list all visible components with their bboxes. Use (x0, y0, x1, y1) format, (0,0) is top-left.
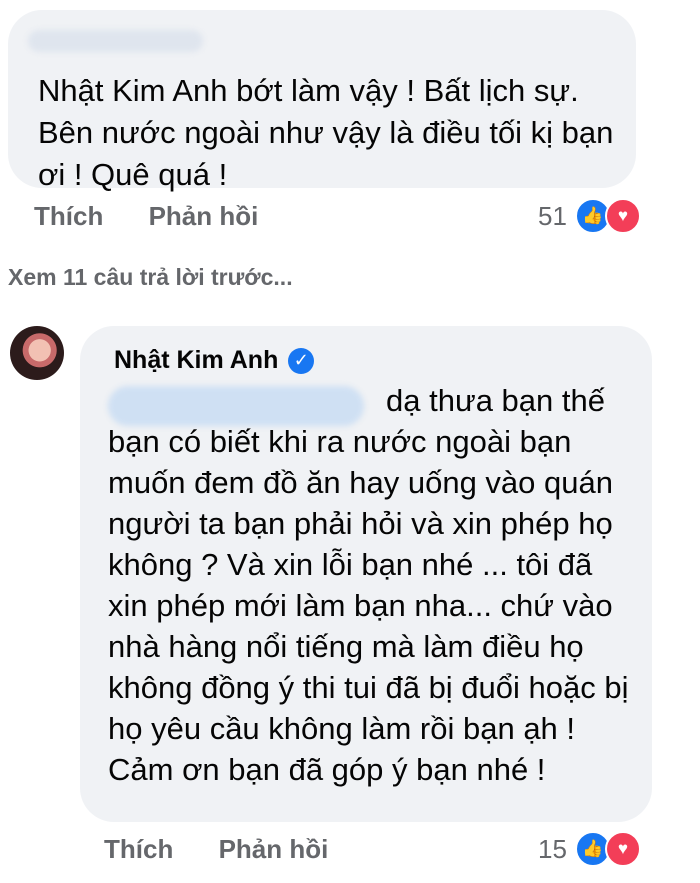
comment-actions: Thích Phản hồi (34, 201, 296, 232)
blurred-author-name (28, 30, 203, 52)
reaction-count: 51 (538, 200, 567, 231)
reply-text: dạ thưa bạn thế bạn có biết khi ra nước … (108, 383, 629, 787)
avatar[interactable] (10, 326, 64, 380)
like-link[interactable]: Thích (104, 834, 173, 864)
love-reaction-icon: ♥ (604, 831, 641, 867)
comment-bubble: Nhật Kim Anh bớt làm vậy ! Bất lịch sự. … (8, 10, 636, 192)
reply-bubble: Nhật Kim Anh ✓ dạ thưa bạn thế bạn có bi… (80, 326, 652, 822)
comment-text: Nhật Kim Anh bớt làm vậy ! Bất lịch sự. … (38, 73, 614, 192)
reply-actions: Thích Phản hồi (104, 834, 366, 865)
reply-link[interactable]: Phản hồi (219, 834, 329, 864)
reaction-summary[interactable]: 15 👍 ♥ (538, 831, 641, 867)
reply-link[interactable]: Phản hồi (149, 201, 259, 231)
reaction-summary[interactable]: 51 👍 ♥ (538, 198, 641, 234)
reaction-count: 15 (538, 833, 567, 864)
verified-badge-icon: ✓ (288, 347, 315, 374)
love-reaction-icon: ♥ (604, 198, 641, 234)
comment-author[interactable]: Nhật Kim Anh ✓ (114, 346, 315, 375)
like-link[interactable]: Thích (34, 201, 103, 231)
author-name[interactable]: Nhật Kim Anh (114, 346, 278, 375)
view-previous-replies-link[interactable]: Xem 11 câu trả lời trước... (8, 264, 293, 291)
